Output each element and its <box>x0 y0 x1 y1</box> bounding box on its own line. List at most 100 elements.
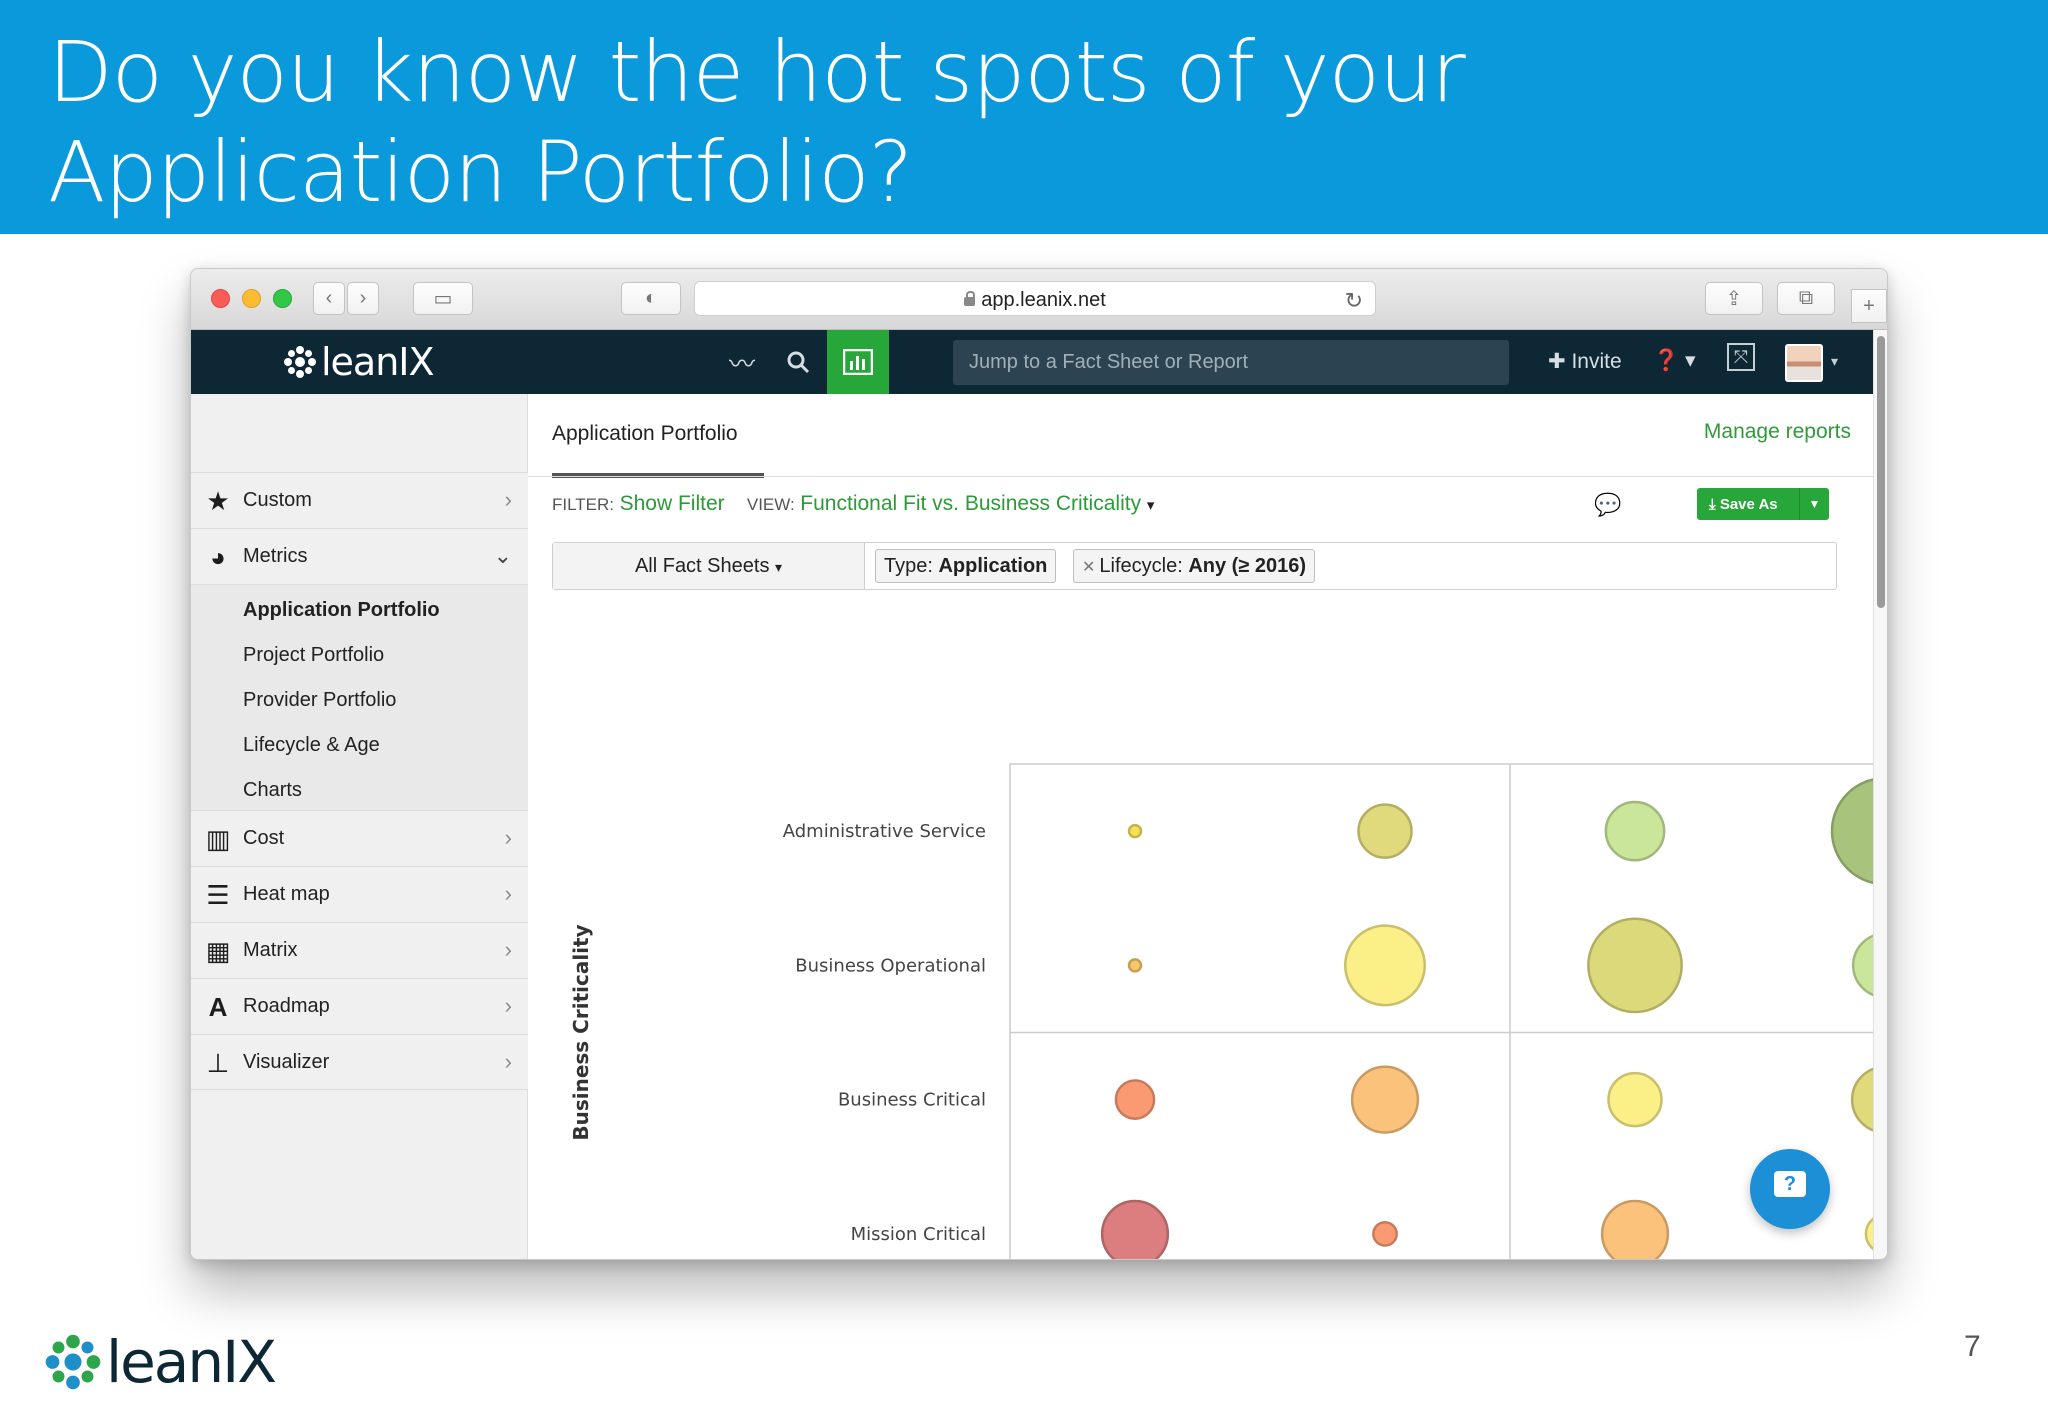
expand-icon: ⤧ <box>1733 347 1749 367</box>
sidebar-item-label: Heat map <box>243 883 330 905</box>
plus-icon: + <box>1863 294 1875 317</box>
heat-map-icon: ☰ <box>206 880 230 910</box>
chevron-down-icon[interactable]: ▾ <box>1831 353 1838 370</box>
subitem-lifecycle-age[interactable]: Lifecycle & Age <box>243 734 380 757</box>
scrollbar-thumb[interactable] <box>1877 336 1885 608</box>
data-bubble <box>1372 1220 1398 1247</box>
data-bubble <box>1127 958 1143 973</box>
bar-chart-icon: ▥ <box>205 824 231 854</box>
sidebar-toggle-button[interactable]: ▭ <box>413 282 473 315</box>
rss-icon: 〰 <box>728 348 755 379</box>
zoom-window-button[interactable] <box>273 289 292 308</box>
y-tick-label: Administrative Service <box>783 821 986 842</box>
privacy-button[interactable]: ◐ <box>621 282 681 315</box>
sidebar-item-matrix[interactable]: ▦ Matrix › <box>191 922 528 978</box>
y-axis-title: Business Criticality <box>569 924 593 1140</box>
chevron-down-icon: ▾ <box>1685 349 1696 372</box>
forward-button[interactable]: › <box>347 282 379 315</box>
share-button[interactable]: ⇪ <box>1705 282 1763 315</box>
data-bubble <box>1350 1065 1420 1134</box>
page-number: 7 <box>1964 1330 1981 1363</box>
jump-search-input[interactable]: Jump to a Fact Sheet or Report <box>953 340 1509 385</box>
new-tab-button[interactable]: + <box>1851 289 1887 323</box>
subitem-charts[interactable]: Charts <box>243 779 302 802</box>
sidebar-item-heat-map[interactable]: ☰ Heat map › <box>191 866 528 922</box>
data-bubble <box>1100 1199 1170 1259</box>
url-text: app.leanix.net <box>981 289 1106 311</box>
search-button[interactable] <box>767 330 829 394</box>
lock-icon <box>964 291 976 306</box>
jump-search-placeholder: Jump to a Fact Sheet or Report <box>969 351 1249 373</box>
user-avatar[interactable] <box>1785 344 1823 382</box>
footer-logo: leanIX <box>44 1328 277 1396</box>
chevron-down-icon: ⌄ <box>493 543 512 568</box>
slide-header: Do you know the hot spots of your Applic… <box>0 0 2048 234</box>
subitem-application-portfolio[interactable]: Application Portfolio <box>243 599 440 622</box>
sidebar-item-label: Roadmap <box>243 995 330 1017</box>
dashboard-icon: ◕ <box>210 542 226 572</box>
minimize-window-button[interactable] <box>242 289 261 308</box>
shield-icon: ◐ <box>644 287 658 309</box>
reload-icon[interactable]: ↻ <box>1345 288 1363 314</box>
sidebar-item-label: Matrix <box>243 939 298 961</box>
page-scrollbar[interactable] <box>1873 330 1887 1259</box>
data-bubble <box>1607 1071 1663 1128</box>
help-menu-button[interactable]: ❓ ▾ <box>1653 348 1696 373</box>
chevron-right-icon: › <box>504 881 512 906</box>
subitem-project-portfolio[interactable]: Project Portfolio <box>243 644 384 667</box>
portfolio-bubble-chart: Administrative Service Business Operation… <box>569 763 1873 1259</box>
logo-text: leanIX <box>321 340 435 384</box>
share-icon: ⇪ <box>1725 288 1743 310</box>
chevron-right-icon: › <box>359 287 367 309</box>
chevron-right-icon: › <box>504 993 512 1018</box>
metrics-submenu: Application Portfolio Project Portfolio … <box>191 584 528 810</box>
data-bubble <box>1587 917 1683 1014</box>
subitem-provider-portfolio[interactable]: Provider Portfolio <box>243 689 396 712</box>
tabs-overview-button[interactable]: ⧉ <box>1777 282 1835 315</box>
invite-button[interactable]: ✚ Invite <box>1548 349 1622 374</box>
back-button[interactable]: ‹ <box>313 282 345 315</box>
sidebar-item-label: Custom <box>243 489 312 511</box>
sidebar-item-label: Cost <box>243 827 285 849</box>
data-bubble <box>1604 800 1666 862</box>
data-bubble <box>1344 924 1426 1007</box>
tabs-icon: ⧉ <box>1798 287 1814 309</box>
sidebar-item-metrics[interactable]: ◕ Metrics ⌄ <box>191 528 528 584</box>
question-icon: ❓ <box>1653 349 1680 372</box>
bar-chart-icon <box>843 349 873 375</box>
data-bubble <box>1357 803 1413 859</box>
chevron-right-icon: › <box>504 1049 512 1074</box>
chevron-right-icon: › <box>504 825 512 850</box>
fullscreen-button[interactable]: ⤧ <box>1727 343 1755 371</box>
leanix-logo-icon <box>45 1334 101 1390</box>
sidebar-item-label: Visualizer <box>243 1051 330 1073</box>
leanix-logo[interactable]: leanIX <box>283 340 435 384</box>
plot-area <box>1009 763 1873 1259</box>
plus-icon: ✚ <box>1548 350 1572 373</box>
reports-sidebar: ★ Custom › ◕ Metrics ⌄ Application Portf… <box>191 394 528 1259</box>
reports-button[interactable] <box>827 330 889 394</box>
data-bubble <box>1600 1199 1670 1259</box>
leanix-logo-icon <box>284 346 316 378</box>
sidebar-item-roadmap[interactable]: A Roadmap › <box>191 978 528 1034</box>
feed-button[interactable]: 〰 <box>711 330 773 394</box>
footer-logo-text: leanIX <box>106 1328 277 1396</box>
sidebar-item-custom[interactable]: ★ Custom › <box>191 472 528 528</box>
slide-title: Do you know the hot spots of your Applic… <box>48 23 1466 221</box>
y-tick-label: Mission Critical <box>851 1224 986 1245</box>
sidebar-item-visualizer[interactable]: ⊥ Visualizer › <box>191 1034 528 1090</box>
close-window-button[interactable] <box>211 289 230 308</box>
roadmap-icon: A <box>208 992 228 1022</box>
chat-question-icon: ? <box>1774 1171 1806 1197</box>
y-tick-label: Business Critical <box>838 1090 986 1111</box>
chevron-right-icon: › <box>504 937 512 962</box>
address-bar[interactable]: app.leanix.net ↻ <box>694 281 1376 316</box>
sidebar-item-label: Metrics <box>243 545 308 567</box>
browser-window: ‹ › ▭ ◐ app.leanix.net ↻ ⇪ ⧉ + leanIX 〰 … <box>190 268 1888 1260</box>
invite-label: Invite <box>1571 350 1622 373</box>
browser-toolbar: ‹ › ▭ ◐ app.leanix.net ↻ ⇪ ⧉ + <box>191 269 1887 330</box>
report-panel: Application Portfolio Manage reports FIL… <box>528 394 1873 1259</box>
grid-icon: ▦ <box>205 936 231 966</box>
chat-help-button[interactable]: ? <box>1750 1149 1830 1229</box>
sidebar-item-cost[interactable]: ▥ Cost › <box>191 810 528 866</box>
